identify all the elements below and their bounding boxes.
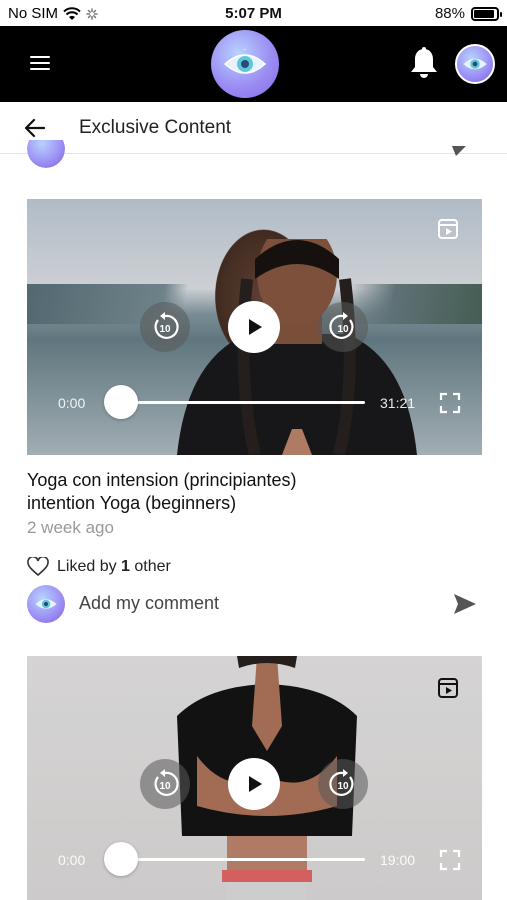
video-player[interactable]: 10 10 0:00 19:00: [27, 656, 482, 900]
forward-10-button[interactable]: 10: [318, 302, 368, 352]
status-bar: No SIM 5:07 PM 88%: [0, 0, 507, 26]
progress-track[interactable]: [121, 401, 365, 404]
eye-icon: [223, 49, 267, 74]
play-button[interactable]: [228, 758, 280, 810]
video-reel-icon: [438, 678, 458, 698]
battery-percent: 88%: [434, 5, 465, 22]
rewind-icon: 10: [154, 312, 179, 339]
eye-icon: [463, 58, 487, 70]
profile-avatar[interactable]: [455, 44, 495, 84]
heart-icon[interactable]: [27, 557, 49, 577]
post-title: Yoga con intension (principiantes) inten…: [27, 469, 447, 515]
evil-eye-logo[interactable]: [211, 30, 279, 98]
page-header: Exclusive Content: [0, 102, 507, 154]
battery-status: 88%: [434, 5, 502, 22]
video-reel-icon: [438, 219, 458, 239]
previous-post-avatar[interactable]: [27, 140, 65, 168]
post-timestamp: 2 week ago: [27, 518, 114, 537]
forward-icon: 10: [329, 312, 354, 339]
play-icon: [249, 776, 262, 792]
forward-seconds-label: 10: [337, 781, 349, 792]
current-time: 0:00: [58, 395, 86, 411]
duration: 31:21: [380, 395, 416, 411]
arrow-left-icon[interactable]: [22, 115, 48, 141]
fullscreen-icon[interactable]: [439, 849, 461, 871]
progress-track[interactable]: [121, 858, 365, 861]
likes-prefix: Liked by: [57, 558, 117, 575]
battery-icon: [471, 6, 502, 21]
post-title-line-1: Yoga con intension (principiantes): [27, 470, 297, 490]
play-icon: [249, 319, 262, 335]
progress-thumb[interactable]: [104, 385, 138, 419]
forward-seconds-label: 10: [337, 324, 349, 335]
duration: 19:00: [380, 852, 416, 868]
play-button[interactable]: [228, 301, 280, 353]
rewind-seconds-label: 10: [159, 781, 171, 792]
current-time: 0:00: [58, 852, 86, 868]
likes-count: 1: [121, 558, 130, 575]
forward-10-button[interactable]: 10: [318, 759, 368, 809]
rewind-icon: 10: [154, 769, 179, 796]
likes-summary: Liked by 1 other: [57, 558, 171, 576]
forward-icon: 10: [329, 769, 354, 796]
comment-avatar: [27, 585, 65, 623]
eye-icon: [35, 599, 57, 609]
send-icon[interactable]: [452, 146, 466, 156]
hamburger-menu-icon[interactable]: [30, 56, 50, 70]
send-icon[interactable]: [453, 593, 477, 615]
comment-input[interactable]: Add my comment: [79, 593, 219, 614]
rewind-10-button[interactable]: 10: [140, 759, 190, 809]
status-time: 5:07 PM: [225, 5, 282, 22]
fullscreen-icon[interactable]: [439, 392, 461, 414]
top-app-bar: [0, 26, 507, 102]
rewind-10-button[interactable]: 10: [140, 302, 190, 352]
progress-thumb[interactable]: [104, 842, 138, 876]
page-title: Exclusive Content: [79, 117, 232, 138]
likes-suffix: other: [134, 558, 171, 575]
post-title-line-2: intention Yoga (beginners): [27, 493, 237, 513]
video-player[interactable]: 10 10 0:00 31:21: [27, 199, 482, 455]
bell-icon[interactable]: [408, 46, 440, 80]
rewind-seconds-label: 10: [159, 324, 171, 335]
